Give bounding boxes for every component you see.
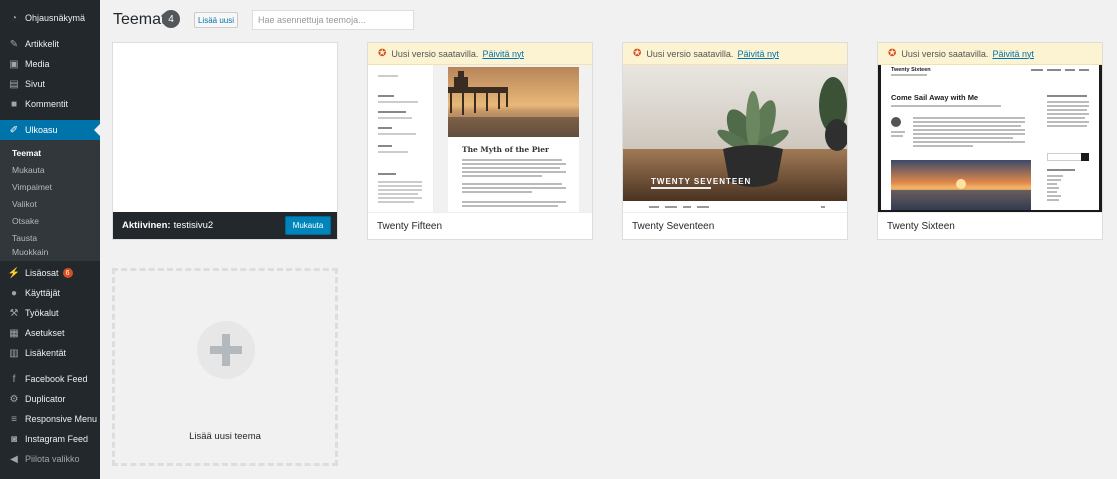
sidebar-item-pages[interactable]: ▤ Sivut	[0, 74, 100, 94]
sidebar-item-label: Sivut	[25, 79, 46, 89]
sidebar-item-label: Ulkoasu	[25, 125, 58, 135]
preview-post-title: Come Sail Away with Me	[891, 93, 979, 102]
preview-frame: Twenty Sixteen Come Sail Away with Me	[878, 65, 1102, 213]
pier-photo	[448, 67, 579, 137]
sidebar-item-tools[interactable]: ⚒ Työkalut	[0, 303, 100, 323]
sidebar-item-settings[interactable]: ▦ Asetukset	[0, 323, 100, 343]
preview-post-title: The Myth of the Pier	[462, 145, 549, 154]
sidebar-item-facebook-feed[interactable]: f Facebook Feed	[0, 369, 100, 389]
theme-screenshot: Twenty Sixteen Come Sail Away with Me	[878, 43, 1102, 213]
sidebar-item-posts[interactable]: ✎ Artikkelit	[0, 34, 100, 54]
preview-post: The Myth of the Pier	[448, 137, 579, 213]
sidebar-item-label: Ohjausnäkymä	[25, 13, 86, 23]
sidebar-item-label: Käyttäjät	[25, 288, 61, 298]
search-themes-input[interactable]	[252, 10, 414, 30]
sidebar-item-appearance[interactable]: ✐ Ulkoasu	[0, 120, 100, 140]
duplicator-icon: ⚙	[9, 393, 19, 405]
theme-name-bar: Twenty Fifteen	[368, 212, 592, 239]
active-theme-card[interactable]: Aktiivinen: testisivu2 Mukauta	[112, 42, 338, 240]
sidebar-item-label: Responsive Menu	[25, 414, 98, 424]
sidebar-item-label: Media	[25, 59, 50, 69]
update-now-link[interactable]: Päivitä nyt	[992, 49, 1034, 59]
theme-count-badge: 4	[162, 10, 180, 28]
admin-sidebar: ◔ Ohjausnäkymä ✎ Artikkelit ▣ Media ▤ Si…	[0, 0, 100, 479]
plugin-icon: ⚡	[7, 267, 21, 279]
theme-name-bar: Twenty Sixteen	[878, 212, 1102, 239]
pin-icon: ✎	[9, 38, 19, 50]
sidebar-item-media[interactable]: ▣ Media	[0, 54, 100, 74]
active-label: Aktiivinen:	[122, 220, 171, 231]
update-icon: ✪	[888, 48, 897, 59]
theme-name-bar: Aktiivinen: testisivu2 Mukauta	[113, 212, 337, 239]
sidebar-collapse-menu[interactable]: ◀ Piilota valikko	[0, 449, 100, 469]
theme-screenshot: TWENTY SEVENTEEN	[623, 43, 847, 213]
update-text: Uusi versio saatavilla.	[901, 48, 989, 59]
preview-site-title: Twenty Sixteen	[891, 67, 931, 73]
facebook-icon: f	[12, 373, 16, 385]
theme-name-bar: Twenty Seventeen	[623, 212, 847, 239]
sidebar-item-dashboard[interactable]: ◔ Ohjausnäkymä	[0, 8, 100, 28]
update-now-link[interactable]: Päivitä nyt	[737, 49, 779, 59]
sidebar-item-comments[interactable]: ■ Kommentit	[0, 94, 100, 114]
fields-icon: ▥	[9, 347, 19, 359]
page-icon: ▤	[9, 78, 19, 90]
preview-sidebar	[368, 65, 434, 213]
sidebar-item-label: Piilota valikko	[25, 454, 80, 464]
preview-main: The Myth of the Pier	[434, 65, 592, 213]
theme-card-twenty-seventeen[interactable]: ✪ Uusi versio saatavilla. Päivitä nyt TW…	[622, 42, 848, 240]
sidebar-item-label: Lisäosat	[25, 268, 59, 278]
plus-icon	[197, 321, 255, 379]
update-notice: ✪ Uusi versio saatavilla. Päivitä nyt	[623, 43, 847, 65]
theme-card-twenty-sixteen[interactable]: ✪ Uusi versio saatavilla. Päivitä nyt Tw…	[877, 42, 1103, 240]
page-title: Teemat	[113, 11, 166, 28]
sidebar-item-duplicator[interactable]: ⚙ Duplicator	[0, 389, 100, 409]
wrench-icon: ⚒	[9, 307, 19, 319]
sidebar-item-label: Artikkelit	[25, 39, 60, 49]
update-notice: ✪ Uusi versio saatavilla. Päivitä nyt	[878, 43, 1102, 65]
menu-icon: ≡	[11, 413, 17, 425]
update-text: Uusi versio saatavilla.	[391, 48, 479, 59]
sidebar-item-fields[interactable]: ▥ Lisäkentät	[0, 343, 100, 363]
sidebar-item-plugins[interactable]: ⚡ Lisäosat 6	[0, 263, 100, 283]
add-new-theme-card[interactable]: Lisää uusi teema	[112, 268, 338, 466]
sidebar-item-users[interactable]: ● Käyttäjät	[0, 283, 100, 303]
update-icon: ✪	[633, 48, 642, 59]
camera-icon: ◙	[10, 433, 18, 445]
update-notice: ✪ Uusi versio saatavilla. Päivitä nyt	[368, 43, 592, 65]
submenu-item-editor[interactable]: Muokkain	[0, 242, 100, 261]
preview-site-title: TWENTY SEVENTEEN	[651, 177, 752, 186]
sidebar-item-label: Duplicator	[25, 394, 66, 404]
update-now-link[interactable]: Päivitä nyt	[482, 49, 524, 59]
media-icon: ▣	[9, 58, 19, 70]
update-count-badge: 6	[62, 268, 73, 278]
sunset-photo	[891, 160, 1031, 210]
settings-icon: ▦	[9, 327, 19, 339]
appearance-submenu: Teemat Mukauta Vimpaimet Valikot Otsake …	[0, 140, 100, 261]
update-icon: ✪	[378, 48, 387, 59]
preview-page: Twenty Sixteen Come Sail Away with Me	[881, 65, 1099, 210]
brush-icon: ✐	[9, 124, 19, 136]
collapse-icon: ◀	[10, 453, 18, 465]
sidebar-item-label: Asetukset	[25, 328, 65, 338]
sidebar-item-label: Facebook Feed	[25, 374, 88, 384]
update-text: Uusi versio saatavilla.	[646, 48, 734, 59]
add-new-theme-label: Lisää uusi teema	[189, 431, 261, 442]
sidebar-item-label: Työkalut	[25, 308, 59, 318]
sidebar-item-label: Instagram Feed	[25, 434, 89, 444]
dashboard-icon: ◔	[10, 12, 18, 24]
add-new-theme-button[interactable]: Lisää uusi	[194, 12, 238, 28]
active-theme-name: testisivu2	[173, 220, 214, 231]
sidebar-item-label: Lisäkentät	[25, 348, 67, 358]
sidebar-item-responsive-menu[interactable]: ≡ Responsive Menu	[0, 409, 100, 429]
theme-card-twenty-fifteen[interactable]: ✪ Uusi versio saatavilla. Päivitä nyt Th…	[367, 42, 593, 240]
theme-screenshot: The Myth of the Pier	[368, 43, 592, 213]
customize-button[interactable]: Mukauta	[285, 216, 331, 235]
sidebar-item-instagram-feed[interactable]: ◙ Instagram Feed	[0, 429, 100, 449]
sidebar-item-label: Kommentit	[25, 99, 69, 109]
theme-screenshot	[113, 43, 337, 213]
user-icon: ●	[10, 287, 18, 299]
comment-icon: ■	[10, 98, 18, 110]
